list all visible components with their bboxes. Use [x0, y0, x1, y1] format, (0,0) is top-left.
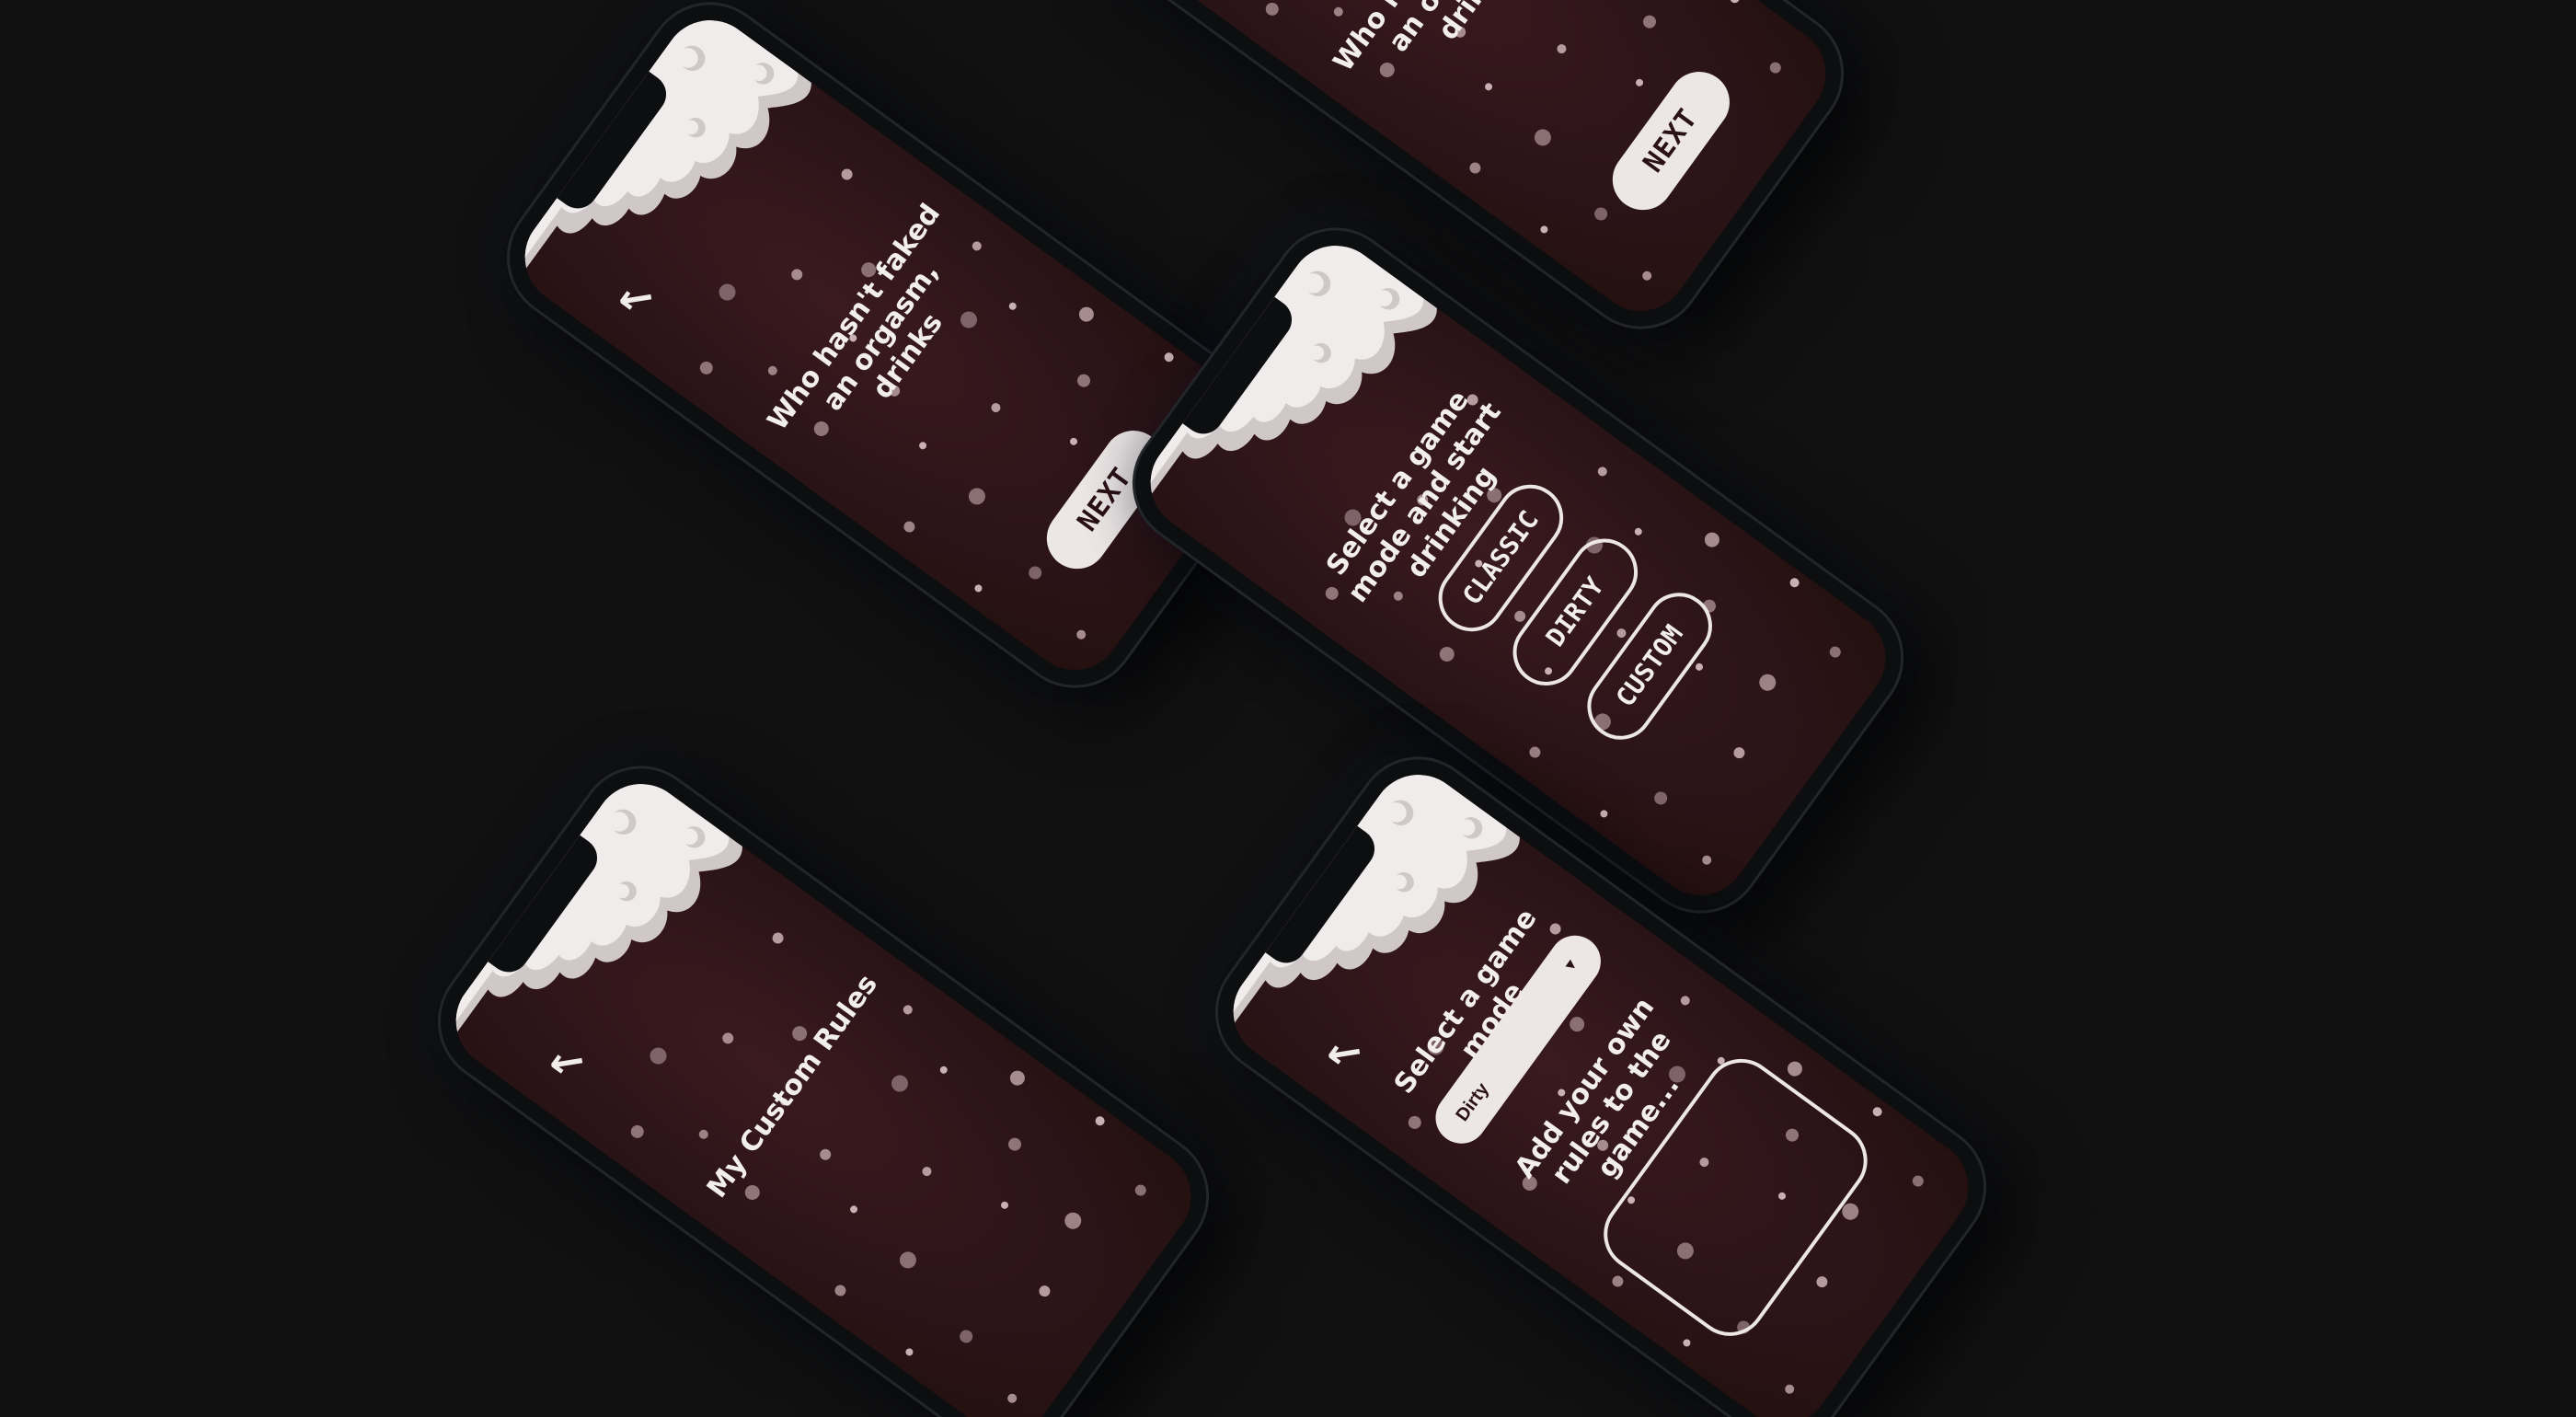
selected-mode-value: Dirty — [1452, 1078, 1493, 1125]
screen-question: ↖ Who hasn't faked an orgasm, drinks NEX… — [506, 1, 1279, 689]
screen-custom-create: ↖ Select a game mode Dirty ▼ Add your ow… — [1214, 755, 1987, 1417]
screen-custom-list: ↖ My Custom Rules — [437, 765, 1210, 1417]
triangle-down-icon: ▼ — [1560, 954, 1582, 976]
snowflakes-decoration — [1230, 0, 1816, 301]
screen-question-top: Who hasn't faked an orgasm, drinks NEXT — [1072, 0, 1845, 330]
phone-question: ↖ Who hasn't faked an orgasm, drinks NEX… — [485, 0, 1300, 709]
mockup-scene: Who hasn't faked an orgasm, drinks NEXT … — [0, 0, 2576, 1417]
phone-custom-list: ↖ My Custom Rules — [416, 744, 1231, 1417]
screen-mode-select: Select a game mode and start drinking CL… — [1132, 226, 1904, 915]
phone-question-top: Who hasn't faked an orgasm, drinks NEXT — [1051, 0, 1866, 351]
